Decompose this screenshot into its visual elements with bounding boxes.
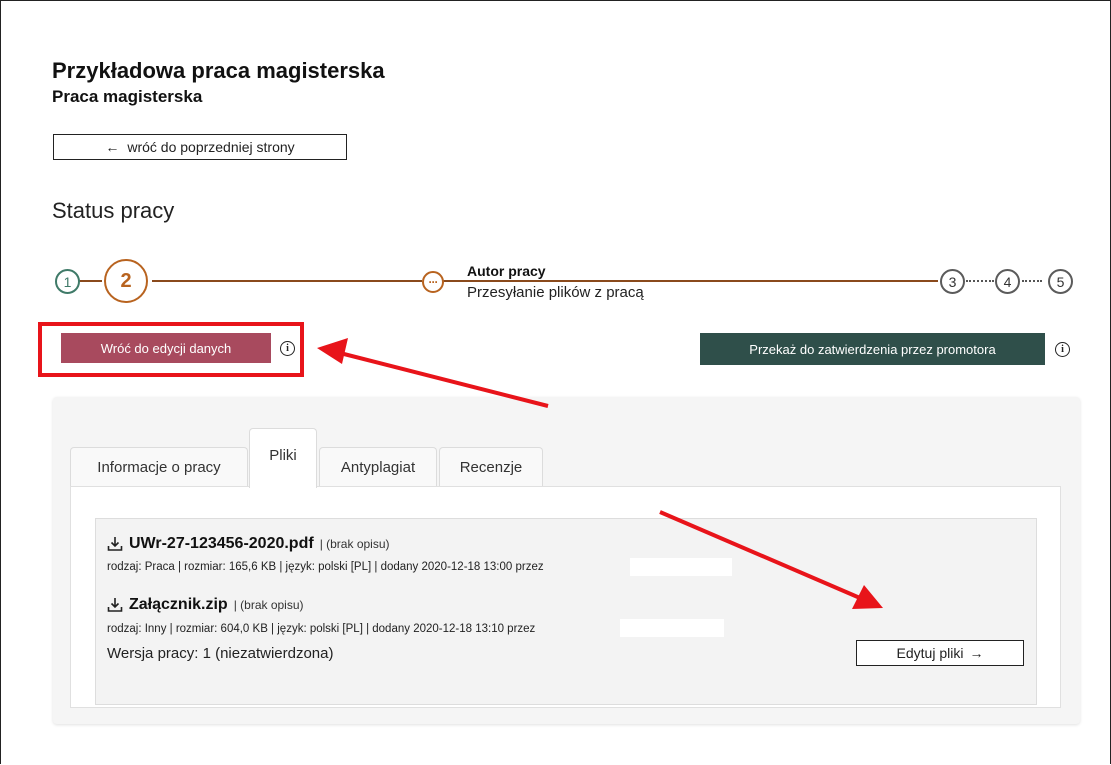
- annotation-arrow: [317, 338, 549, 408]
- annotation-arrows: [317, 338, 883, 609]
- annotation-arrow: [659, 510, 883, 609]
- tab-files[interactable]: Pliki: [249, 428, 317, 488]
